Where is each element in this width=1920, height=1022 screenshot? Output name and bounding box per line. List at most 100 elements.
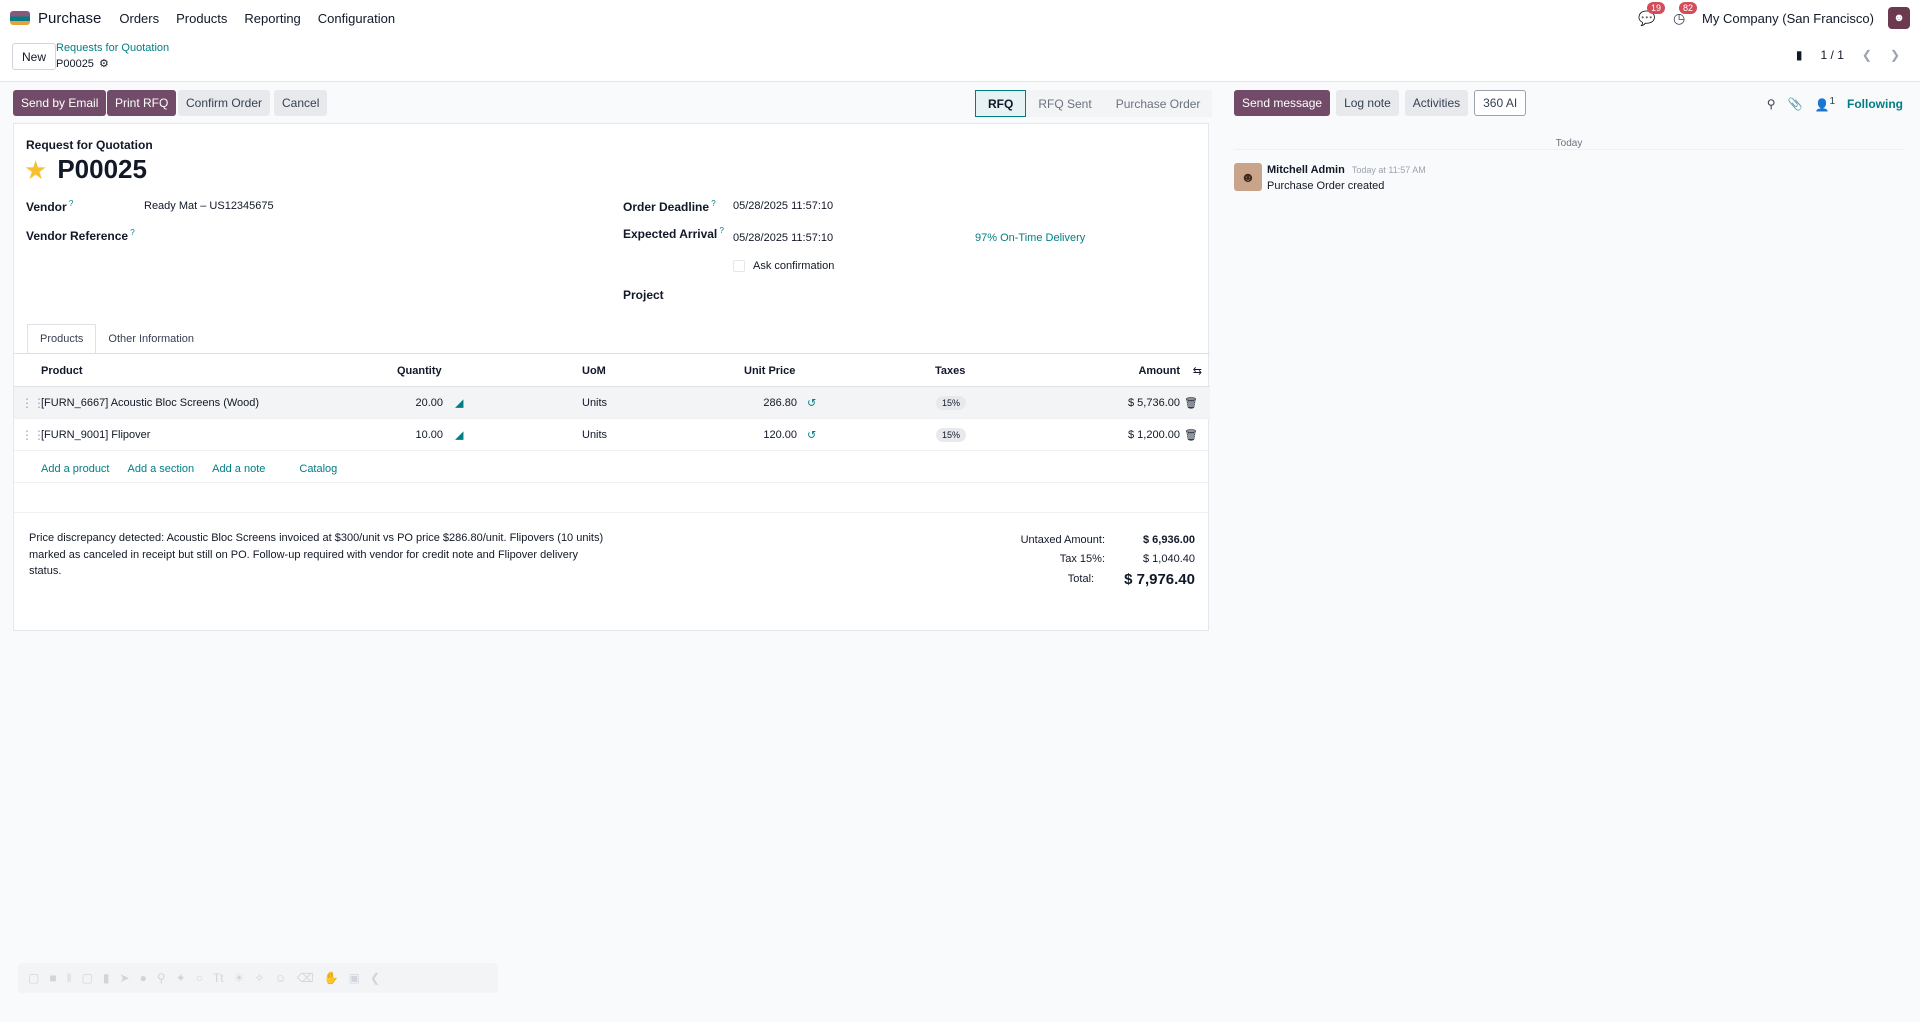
stage-rfq[interactable]: RFQ — [975, 90, 1027, 117]
expected-arrival-field[interactable]: 05/28/2025 11:57:10 — [733, 232, 833, 244]
app-icon[interactable] — [10, 11, 30, 25]
send-message-button[interactable]: Send message — [1234, 90, 1331, 116]
row-quantity[interactable]: 10.00 — [415, 429, 443, 441]
tab-other-information[interactable]: Other Information — [96, 324, 206, 354]
cancel-button[interactable]: Cancel — [274, 90, 328, 116]
project-label: Project — [623, 288, 664, 302]
toolbar-icon[interactable]: ✦ — [176, 971, 186, 985]
reset-price-icon[interactable]: ↺ — [807, 396, 816, 409]
add-product-link[interactable]: Add a product — [41, 463, 110, 475]
stage-purchase-order[interactable]: Purchase Order — [1103, 90, 1213, 117]
messages-button[interactable]: 💬 19 — [1638, 2, 1666, 27]
message-author[interactable]: Mitchell Admin Today at 11:57 AM — [1267, 164, 1426, 176]
user-avatar[interactable]: ☻ — [1888, 7, 1910, 29]
terms-note[interactable]: Price discrepancy detected: Acoustic Blo… — [29, 530, 609, 580]
ask-confirmation-checkbox[interactable] — [733, 260, 745, 272]
new-button[interactable]: New — [12, 43, 57, 70]
stage-rfq-sent[interactable]: RFQ Sent — [1026, 90, 1104, 117]
activities-button-chatter[interactable]: Activities — [1404, 90, 1469, 116]
row-tax-tag[interactable]: 15% — [936, 427, 967, 442]
row-product[interactable]: [FURN_9001] Flipover — [41, 429, 150, 441]
pager: ▮ 1 / 1 ❮ ❯ — [1796, 48, 1900, 62]
row-unit-price[interactable]: 286.80 — [763, 397, 797, 409]
cursor-icon[interactable]: ➤ — [120, 971, 130, 985]
author-avatar[interactable]: ☻ — [1234, 163, 1262, 191]
camera-icon[interactable]: ▣ — [349, 971, 360, 985]
breadcrumb-parent[interactable]: Requests for Quotation — [56, 42, 169, 54]
project-field[interactable] — [733, 288, 1033, 304]
col-quantity[interactable]: Quantity — [397, 365, 442, 377]
optional-columns-icon[interactable]: ⇆ — [1193, 364, 1202, 377]
star-icon[interactable]: ★ — [24, 157, 47, 183]
message-author-name[interactable]: Mitchell Admin — [1267, 164, 1345, 176]
text-icon[interactable]: Tt — [213, 971, 224, 985]
ai-button[interactable]: 360 AI — [1474, 90, 1527, 116]
row-quantity[interactable]: 20.00 — [415, 397, 443, 409]
pager-value[interactable]: 1 / 1 — [1821, 48, 1844, 62]
order-deadline-field[interactable]: 05/28/2025 11:57:10 — [733, 200, 833, 212]
vendor-reference-field[interactable] — [144, 228, 444, 244]
log-note-button[interactable]: Log note — [1336, 90, 1399, 116]
on-time-delivery-link[interactable]: 97% On-Time Delivery — [975, 232, 1085, 244]
add-note-link[interactable]: Add a note — [212, 463, 265, 475]
table-row[interactable]: ⋮⋮ [FURN_9001] Flipover 10.00 ◢ Units 12… — [14, 419, 1210, 451]
toolbar-icon[interactable]: ✧ — [254, 971, 264, 985]
reset-price-icon[interactable]: ↺ — [807, 428, 816, 441]
send-by-email-button[interactable]: Send by Email — [13, 90, 107, 116]
row-tax-tag[interactable]: 15% — [936, 395, 967, 410]
toolbar-icon[interactable]: ■ — [49, 971, 56, 985]
print-rfq-button[interactable]: Print RFQ — [107, 90, 177, 116]
menu-orders[interactable]: Orders — [119, 11, 159, 26]
trash-icon[interactable]: 🗑 — [1184, 396, 1198, 409]
add-section-link[interactable]: Add a section — [128, 463, 195, 475]
tab-products[interactable]: Products — [27, 324, 97, 354]
order-deadline-label-text: Order Deadline — [623, 200, 710, 214]
emoji-icon[interactable]: ☺ — [274, 971, 286, 985]
row-uom[interactable]: Units — [582, 429, 607, 441]
col-uom[interactable]: UoM — [582, 365, 606, 377]
catalog-link[interactable]: Catalog — [299, 463, 337, 475]
search-icon[interactable]: ⚲ — [1767, 97, 1776, 111]
toolbar-icon[interactable]: ✋ — [324, 971, 339, 985]
confirm-order-button[interactable]: Confirm Order — [178, 90, 271, 116]
col-amount[interactable]: Amount — [1138, 365, 1180, 377]
zoom-icon[interactable]: ⚲ — [157, 971, 166, 985]
row-unit-price[interactable]: 120.00 — [763, 429, 797, 441]
menu-products[interactable]: Products — [176, 11, 227, 26]
activities-button[interactable]: ◷ 82 — [1670, 2, 1698, 27]
menu-configuration[interactable]: Configuration — [318, 11, 395, 26]
toolbar-icon[interactable]: ☀ — [234, 971, 245, 985]
toolbar-icon[interactable]: ▢ — [82, 971, 93, 985]
followers-button[interactable]: 👤1 — [1814, 96, 1835, 112]
col-unit-price[interactable]: Unit Price — [744, 365, 795, 377]
toolbar-icon[interactable]: ○ — [196, 971, 203, 985]
vendor-reference-label-text: Vendor Reference — [26, 229, 129, 243]
form-sheet: Request for Quotation ★ P00025 Vendor ? … — [13, 123, 1210, 631]
trash-icon[interactable]: 🗑 — [1184, 428, 1198, 441]
table-row[interactable]: ⋮⋮ [FURN_6667] Acoustic Bloc Screens (Wo… — [14, 387, 1210, 419]
toolbar-icon[interactable]: ▢ — [28, 971, 39, 985]
chevron-right-icon[interactable]: ❯ — [1890, 48, 1900, 62]
gear-icon[interactable]: ⚙ — [99, 57, 109, 70]
untaxed-row: Untaxed Amount: $ 6,936.00 — [1021, 530, 1195, 549]
forecast-chart-icon[interactable]: ◢ — [455, 396, 463, 409]
company-switcher[interactable]: My Company (San Francisco) — [1702, 11, 1874, 26]
col-taxes[interactable]: Taxes — [935, 365, 965, 377]
chevron-left-icon[interactable]: ❮ — [1862, 48, 1872, 62]
collapse-icon[interactable]: ❮ — [370, 971, 380, 985]
toolbar-icon[interactable]: ‖ — [67, 971, 72, 985]
row-product[interactable]: [FURN_6667] Acoustic Bloc Screens (Wood) — [41, 397, 259, 409]
app-name[interactable]: Purchase — [38, 10, 101, 27]
forecast-chart-icon[interactable]: ◢ — [455, 428, 463, 441]
eraser-icon[interactable]: ⌫ — [297, 971, 314, 985]
vendor-field[interactable]: Ready Mat – US12345675 — [144, 200, 274, 212]
ask-confirmation: Ask confirmation — [733, 260, 834, 272]
menu-reporting[interactable]: Reporting — [244, 11, 300, 26]
paperclip-icon[interactable]: 📎 — [1788, 97, 1803, 111]
following-button[interactable]: Following — [1847, 97, 1903, 111]
toolbar-icon[interactable]: ▮ — [103, 971, 110, 985]
row-uom[interactable]: Units — [582, 397, 607, 409]
bookmark-icon[interactable]: ▮ — [1796, 48, 1803, 62]
col-product[interactable]: Product — [41, 365, 83, 377]
toolbar-icon[interactable]: ● — [140, 971, 147, 985]
